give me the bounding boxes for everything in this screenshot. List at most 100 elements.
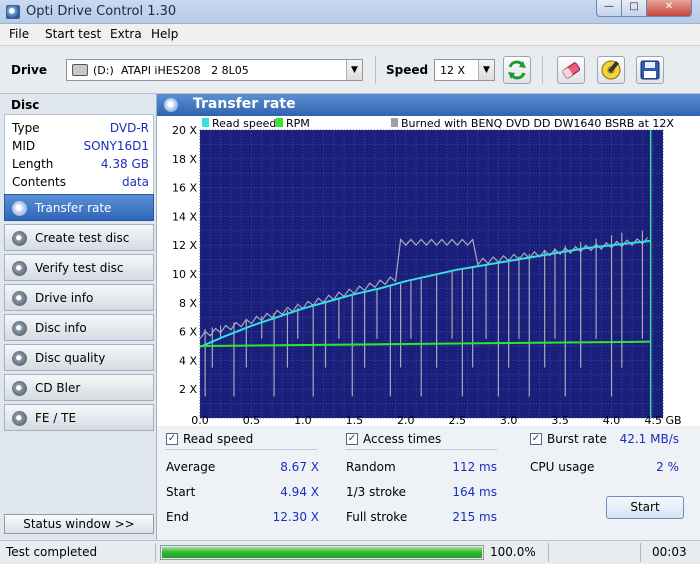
full-stroke-value: 215 ms [452,510,497,524]
menu-start-test[interactable]: Start test [45,27,101,41]
menu-bar: File Start test Extra Help [0,24,700,46]
status-window-button[interactable]: Status window >> [4,514,154,534]
panel-header: Transfer rate [157,94,700,116]
nav-label: Verify test disc [35,261,124,275]
drive-select[interactable]: (D:) ATAPI iHES208 2 8L05 ▼ [66,59,363,81]
drive-letter: (D:) [93,64,114,77]
y-tick-label: 8 X [179,297,197,310]
y-tick-label: 14 X [172,210,197,223]
burst-rate-checkbox[interactable]: ✓ [530,433,542,445]
progress-percent: 100.0% [490,545,536,559]
x-tick-label: 4.5 GB [644,414,681,426]
refresh-arrows-icon [508,60,526,80]
y-tick-label: 10 X [172,268,197,281]
minimize-button[interactable]: — [596,0,622,17]
disc-type-value: DVD-R [109,121,149,135]
drive-icon [72,64,88,76]
legend-rpm: RPM [286,117,310,130]
access-times-checkbox[interactable]: ✓ [346,433,358,445]
menu-extra[interactable]: Extra [110,27,142,41]
chart-svg: 2 X 4 X 6 X 8 X 10 X 12 X 14 X 16 X 18 X 20 X 0.0 0… [172,117,682,427]
cd-tools-button[interactable] [597,56,625,84]
nav-disc-info[interactable]: Disc info [4,314,154,341]
third-stroke-label: 1/3 stroke [346,485,406,499]
nav-label: Drive info [35,291,94,305]
eraser-icon [562,62,581,79]
chart-grid [199,129,664,419]
maximize-button[interactable]: □ [621,0,647,17]
x-tick-label: 0.5 [243,414,261,426]
start-speed-label: Start [166,485,196,499]
progress-fill [162,547,483,558]
disc-icon [164,98,178,112]
elapsed-time: 00:03 [652,545,687,559]
burst-rate-value: 42.1 MB/s [619,432,679,446]
y-tick-label: 4 X [179,354,197,367]
x-tick-label: 1.5 [346,414,364,426]
wrench-disc-icon [601,60,621,80]
speed-label: Speed [386,63,429,77]
nav-transfer-rate[interactable]: Transfer rate [4,194,154,221]
disc-icon [12,411,27,426]
disc-mid-value: SONY16D1 [83,139,149,153]
nav-label: Transfer rate [35,201,112,215]
nav-drive-info[interactable]: Drive info [4,284,154,311]
x-tick-label: 1.0 [294,414,312,426]
app-disc-icon [6,5,20,19]
divider [155,543,156,562]
refresh-button[interactable] [503,56,531,84]
menu-help[interactable]: Help [151,27,178,41]
status-text: Test completed [6,545,98,559]
legend-burned: Burned with BENQ DVD DD DW1640 BSRB at 1… [401,117,674,130]
nav-create-test-disc[interactable]: Create test disc [4,224,154,251]
main-panel: Transfer rate 2 X 4 X 6 X 8 X 10 X 12 X 14 X 16… [157,94,700,540]
disc-contents-value: data [121,175,149,189]
nav-disc-quality[interactable]: Disc quality [4,344,154,371]
menu-file[interactable]: File [9,27,29,41]
access-times-label: Access times [363,432,442,446]
random-value: 112 ms [452,460,497,474]
x-tick-label: 4.0 [603,414,621,426]
nav-verify-test-disc[interactable]: Verify test disc [4,254,154,281]
average-label: Average [166,460,216,474]
nav-label: Create test disc [35,231,130,245]
speed-value: 12 X [440,64,466,77]
nav-label: Disc info [35,321,87,335]
cpu-usage-label: CPU usage [530,460,595,474]
disc-icon [12,381,27,396]
disc-type-label: Type [12,121,40,135]
y-tick-label: 16 X [172,182,197,195]
disc-length-value: 4.38 GB [100,157,149,171]
disc-mid-label: MID [12,139,36,153]
x-tick-label: 3.0 [500,414,517,426]
x-tick-label: 0.0 [191,414,209,426]
legend-read-speed: Read speed [212,117,276,130]
disc-icon [12,231,27,246]
toolbar: Drive (D:) ATAPI iHES208 2 8L05 ▼ Speed … [0,46,700,94]
x-tick-label: 3.5 [551,414,569,426]
drive-label: Drive [11,63,47,77]
toolbar-divider [375,56,376,84]
read-speed-checkbox[interactable]: ✓ [166,433,178,445]
nav-fe-te[interactable]: FE / TE [4,404,154,431]
disc-icon [12,291,27,306]
start-button[interactable]: Start [606,496,684,519]
end-speed-label: End [166,510,189,524]
erase-button[interactable] [557,56,585,84]
nav-cd-bler[interactable]: CD Bler [4,374,154,401]
legend-swatch-burned [391,118,398,127]
average-value: 8.67 X [280,460,319,474]
y-tick-label: 2 X [179,383,197,396]
y-tick-label: 12 X [172,239,197,252]
divider [548,543,549,562]
start-speed-value: 4.94 X [280,485,319,499]
toolbar-divider [542,56,543,84]
close-button[interactable]: ✕ [646,0,692,17]
save-button[interactable] [636,56,664,84]
speed-select[interactable]: 12 X ▼ [434,59,495,81]
chevron-down-icon: ▼ [478,60,494,80]
nav-label: CD Bler [35,381,81,395]
disc-length-label: Length [12,157,54,171]
disc-contents-label: Contents [12,175,66,189]
nav-label: FE / TE [35,411,77,425]
